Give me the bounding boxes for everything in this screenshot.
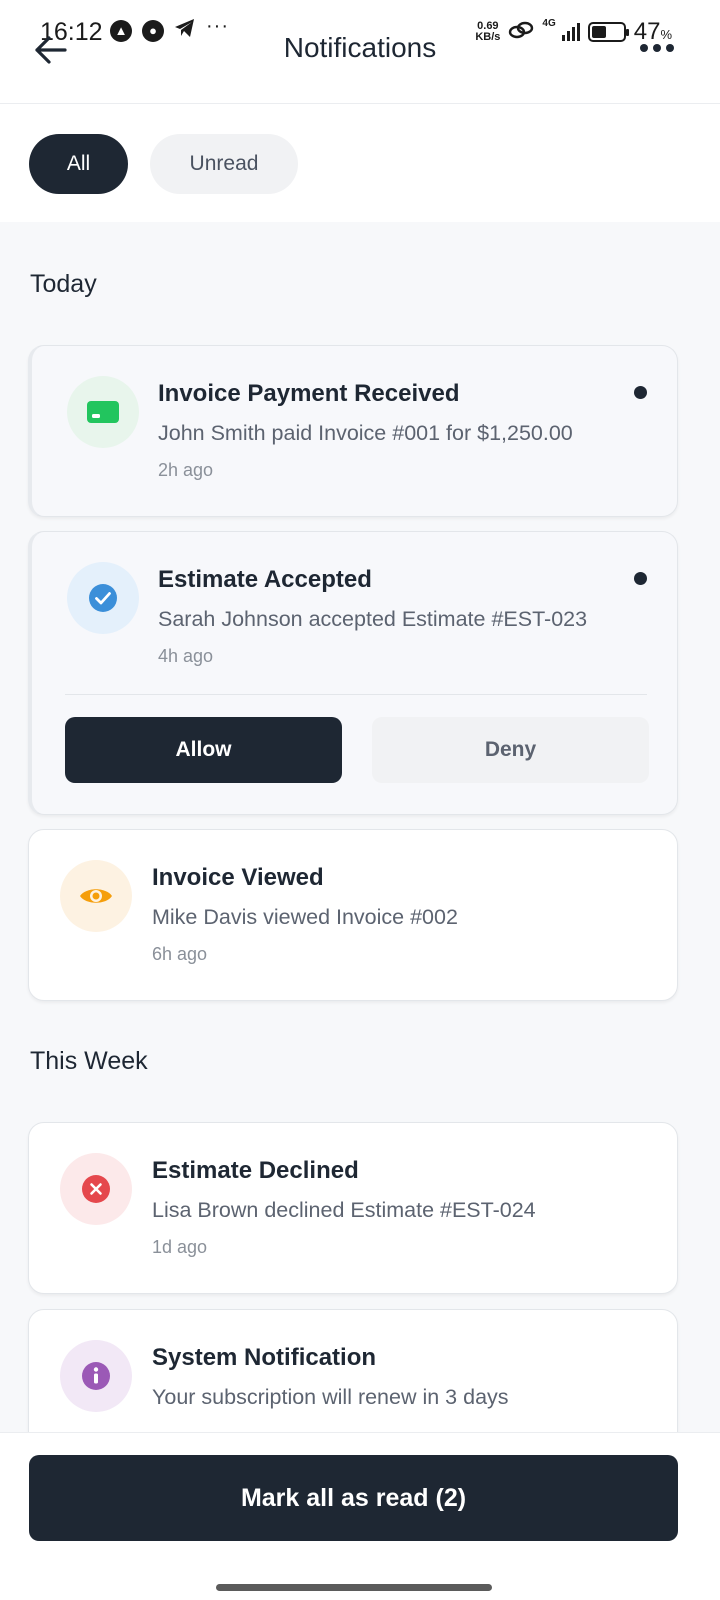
notification-time: 4h ago bbox=[158, 646, 214, 666]
notification-content: Invoice Payment Received John Smith paid… bbox=[158, 378, 637, 481]
notification-time: 6h ago bbox=[152, 944, 208, 964]
notification-message: Mike Davis viewed Invoice #002 bbox=[152, 905, 458, 929]
notification-avatar bbox=[67, 376, 139, 448]
filter-bar: All Unread bbox=[0, 104, 720, 222]
notification-content: System Notification Your subscription wi… bbox=[152, 1342, 637, 1424]
notification-time: 1d ago bbox=[152, 1237, 208, 1257]
battery-icon bbox=[587, 22, 629, 42]
network-speed-unit: KB/s bbox=[475, 31, 501, 43]
unread-indicator bbox=[634, 572, 647, 585]
filter-unread-chip[interactable]: Unread bbox=[150, 134, 298, 194]
battery-percent-sign: % bbox=[660, 27, 672, 42]
section-today-title: Today bbox=[30, 270, 97, 298]
battery-percent-value: 47 bbox=[633, 18, 661, 45]
notification-content: Estimate Declined Lisa Brown declined Es… bbox=[152, 1155, 637, 1258]
hotspot-link-icon bbox=[508, 20, 534, 45]
eye-icon bbox=[80, 889, 112, 903]
unread-indicator bbox=[634, 386, 647, 399]
notification-content: Invoice Viewed Mike Davis viewed Invoice… bbox=[152, 862, 637, 965]
notification-title: Invoice Viewed bbox=[152, 864, 324, 891]
notification-title: Invoice Payment Received bbox=[158, 380, 460, 407]
notification-list[interactable]: Today Invoice Payment Received John Smit… bbox=[0, 222, 720, 1432]
mark-all-read-button[interactable]: Mark all as read (2) bbox=[29, 1455, 678, 1541]
check-circle-icon bbox=[89, 584, 117, 612]
notification-avatar bbox=[67, 562, 139, 634]
notification-message: John Smith paid Invoice #001 for $1,250.… bbox=[158, 421, 573, 445]
network-speed: 0.69 KB/s bbox=[475, 21, 500, 43]
signal-icon bbox=[561, 23, 580, 41]
card-divider bbox=[65, 694, 647, 695]
status-system-icons: 0.69 KB/s 4G 47% bbox=[475, 18, 672, 46]
notification-title: Estimate Accepted bbox=[158, 566, 372, 593]
x-circle-icon bbox=[82, 1175, 110, 1203]
network-type: 4G bbox=[542, 18, 556, 29]
notification-content: Estimate Accepted Sarah Johnson accepted… bbox=[158, 564, 637, 667]
battery-percent: 47% bbox=[634, 18, 672, 46]
notification-card[interactable]: Invoice Viewed Mike Davis viewed Invoice… bbox=[28, 829, 678, 1001]
notification-card[interactable]: System Notification Your subscription wi… bbox=[28, 1309, 678, 1432]
allow-button[interactable]: Allow bbox=[65, 717, 342, 783]
menu-dot bbox=[653, 44, 661, 52]
menu-dot bbox=[640, 44, 648, 52]
menu-dot bbox=[666, 44, 674, 52]
info-icon bbox=[82, 1362, 110, 1390]
notification-card[interactable]: Estimate Declined Lisa Brown declined Es… bbox=[28, 1122, 678, 1294]
notification-title: System Notification bbox=[152, 1344, 377, 1371]
more-options-button[interactable] bbox=[640, 44, 674, 52]
section-this-week-title: This Week bbox=[30, 1047, 148, 1075]
home-indicator[interactable] bbox=[216, 1584, 492, 1591]
notification-message: Lisa Brown declined Estimate #EST-024 bbox=[152, 1198, 536, 1222]
notification-time: 2h ago bbox=[158, 460, 214, 480]
notification-card[interactable]: Estimate Accepted Sarah Johnson accepted… bbox=[28, 531, 678, 815]
notification-message: Your subscription will renew in 3 days bbox=[152, 1385, 509, 1409]
notification-message: Sarah Johnson accepted Estimate #EST-023 bbox=[158, 607, 588, 631]
bottom-action-bar: Mark all as read (2) bbox=[0, 1432, 720, 1600]
notification-title: Estimate Declined bbox=[152, 1157, 359, 1184]
deny-button[interactable]: Deny bbox=[372, 717, 649, 783]
notification-avatar bbox=[60, 1340, 132, 1412]
notification-avatar bbox=[60, 1153, 132, 1225]
notification-card[interactable]: Invoice Payment Received John Smith paid… bbox=[28, 345, 678, 517]
credit-card-icon bbox=[87, 401, 119, 423]
app-header: 16:12 ▲ ● ··· Notifications 0.69 KB/s 4G… bbox=[0, 0, 720, 104]
battery-fill bbox=[591, 26, 606, 38]
notification-avatar bbox=[60, 860, 132, 932]
filter-all-chip[interactable]: All bbox=[29, 134, 128, 194]
